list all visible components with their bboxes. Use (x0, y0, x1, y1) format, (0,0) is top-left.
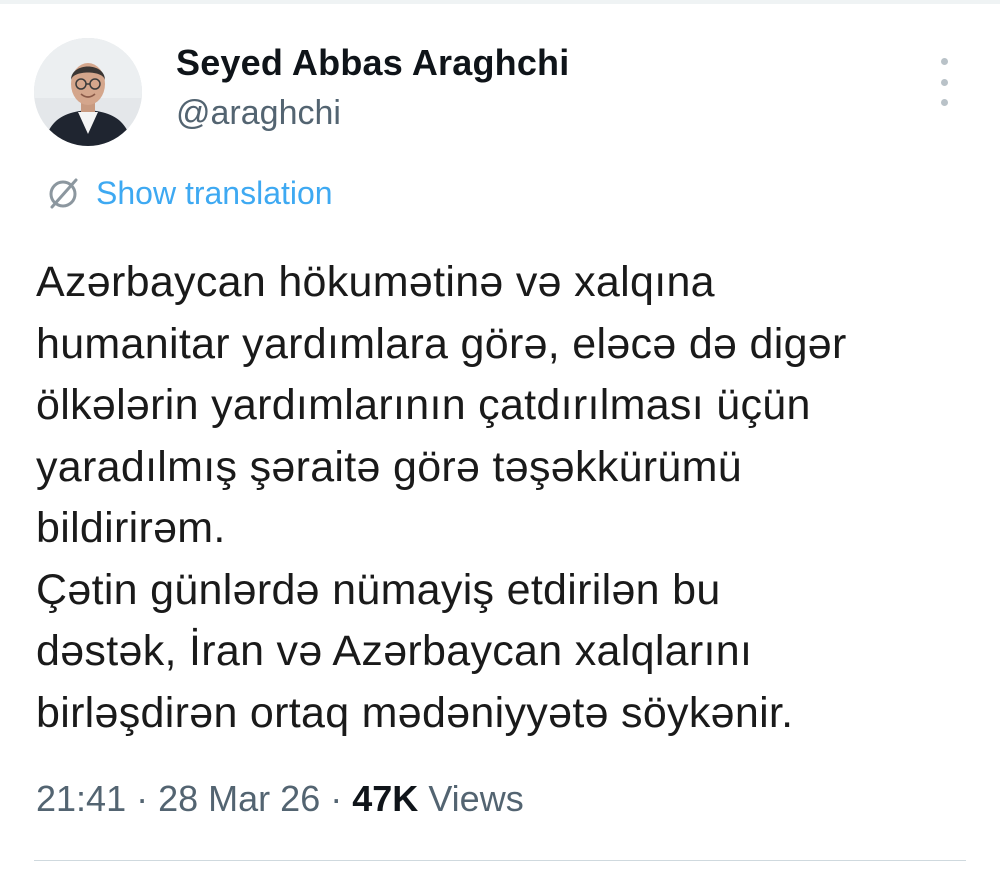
author-avatar[interactable] (34, 38, 142, 146)
meta-separator: · (330, 778, 343, 819)
translate-icon (49, 178, 78, 209)
more-vertical-icon-dot (940, 99, 948, 106)
tweet-text-line: ölkələrin yardımlarının çatdırılması üçü… (36, 381, 811, 429)
tweet-text-line: Azərbaycan hökumətinə və xalqına (36, 258, 715, 306)
tweet-date[interactable]: 28 Mar 26 (158, 778, 320, 819)
tweet-text: Azərbaycan hökumətinə və xalqına humanit… (36, 252, 976, 744)
more-vertical-icon (940, 58, 948, 65)
meta-separator: · (136, 778, 149, 819)
author-handle[interactable]: @araghchi (176, 94, 341, 133)
tweet-text-line: humanitar yardımlara görə, eləcə də digə… (36, 319, 847, 368)
more-options-button[interactable] (928, 58, 960, 106)
views-count[interactable]: 47K (352, 778, 418, 819)
views-label: Views (428, 778, 524, 819)
avatar-photo (34, 38, 142, 146)
top-border (0, 0, 1000, 4)
tweet-text-line: dəstək, İran və Azərbaycan xalqlarını (36, 627, 753, 675)
tweet-meta: 21:41 · 28 Mar 26 · 47K Views (36, 778, 524, 820)
author-display-name[interactable]: Seyed Abbas Araghchi (176, 42, 569, 84)
tweet-text-line: Çətin günlərdə nümayiş etdirilən bu (36, 565, 721, 614)
more-vertical-icon-dot (940, 78, 948, 86)
divider (34, 860, 966, 861)
tweet-text-line: yaradılmış şəraitə görə təşəkkürümü (36, 442, 742, 491)
tweet-text-line: birləşdirən ortaq mədəniyyətə söykənir. (36, 688, 794, 737)
tweet-text-line: bildirirəm. (36, 504, 226, 552)
show-translation-label: Show translation (96, 174, 333, 211)
show-translation-button[interactable]: Show translation (44, 172, 333, 214)
tweet-time[interactable]: 21:41 (36, 778, 126, 819)
